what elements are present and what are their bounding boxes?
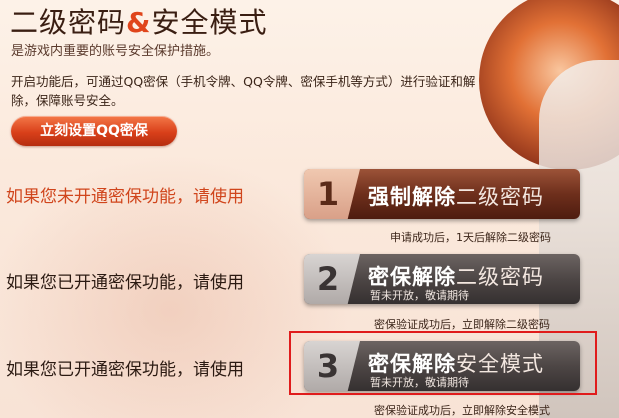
- title-part1: 二级密码: [10, 6, 127, 39]
- title-part2: 安全模式: [151, 6, 268, 39]
- option-2-label: 如果您已开通密保功能，请使用: [6, 273, 244, 293]
- option-number-badge: 2: [304, 254, 360, 304]
- page-description: 开启功能后，可通过QQ密保（手机令牌、QQ令牌、密保手机等方式）进行验证和解除，…: [11, 74, 476, 108]
- option-title: 强制解除二级密码: [368, 185, 544, 209]
- option-2-note: 密保验证成功后，立即解除二级密码: [374, 318, 550, 331]
- option-3-note: 密保验证成功后，立即解除安全模式: [374, 404, 550, 417]
- page-subtitle: 是游戏内重要的账号安全保护措施。: [11, 44, 220, 59]
- option-1-note: 申请成功后，1天后解除二级密码: [390, 231, 551, 244]
- option-1-label: 如果您未开通密保功能，请使用: [6, 187, 244, 207]
- option-subtitle: 暂未开放，敬请期待: [370, 289, 469, 302]
- highlight-box: [289, 331, 597, 395]
- option-3-label: 如果您已开通密保功能，请使用: [6, 360, 244, 380]
- setup-qq-security-button[interactable]: 立刻设置QQ密保: [11, 116, 177, 146]
- title-ampersand: &: [126, 6, 152, 39]
- option-number-badge: 1: [304, 169, 360, 219]
- page-title: 二级密码&安全模式: [10, 1, 267, 41]
- security-unlock-password-button[interactable]: 2 密保解除二级密码 暂未开放，敬请期待: [304, 254, 580, 304]
- force-unlock-password-button[interactable]: 1 强制解除二级密码: [304, 169, 580, 219]
